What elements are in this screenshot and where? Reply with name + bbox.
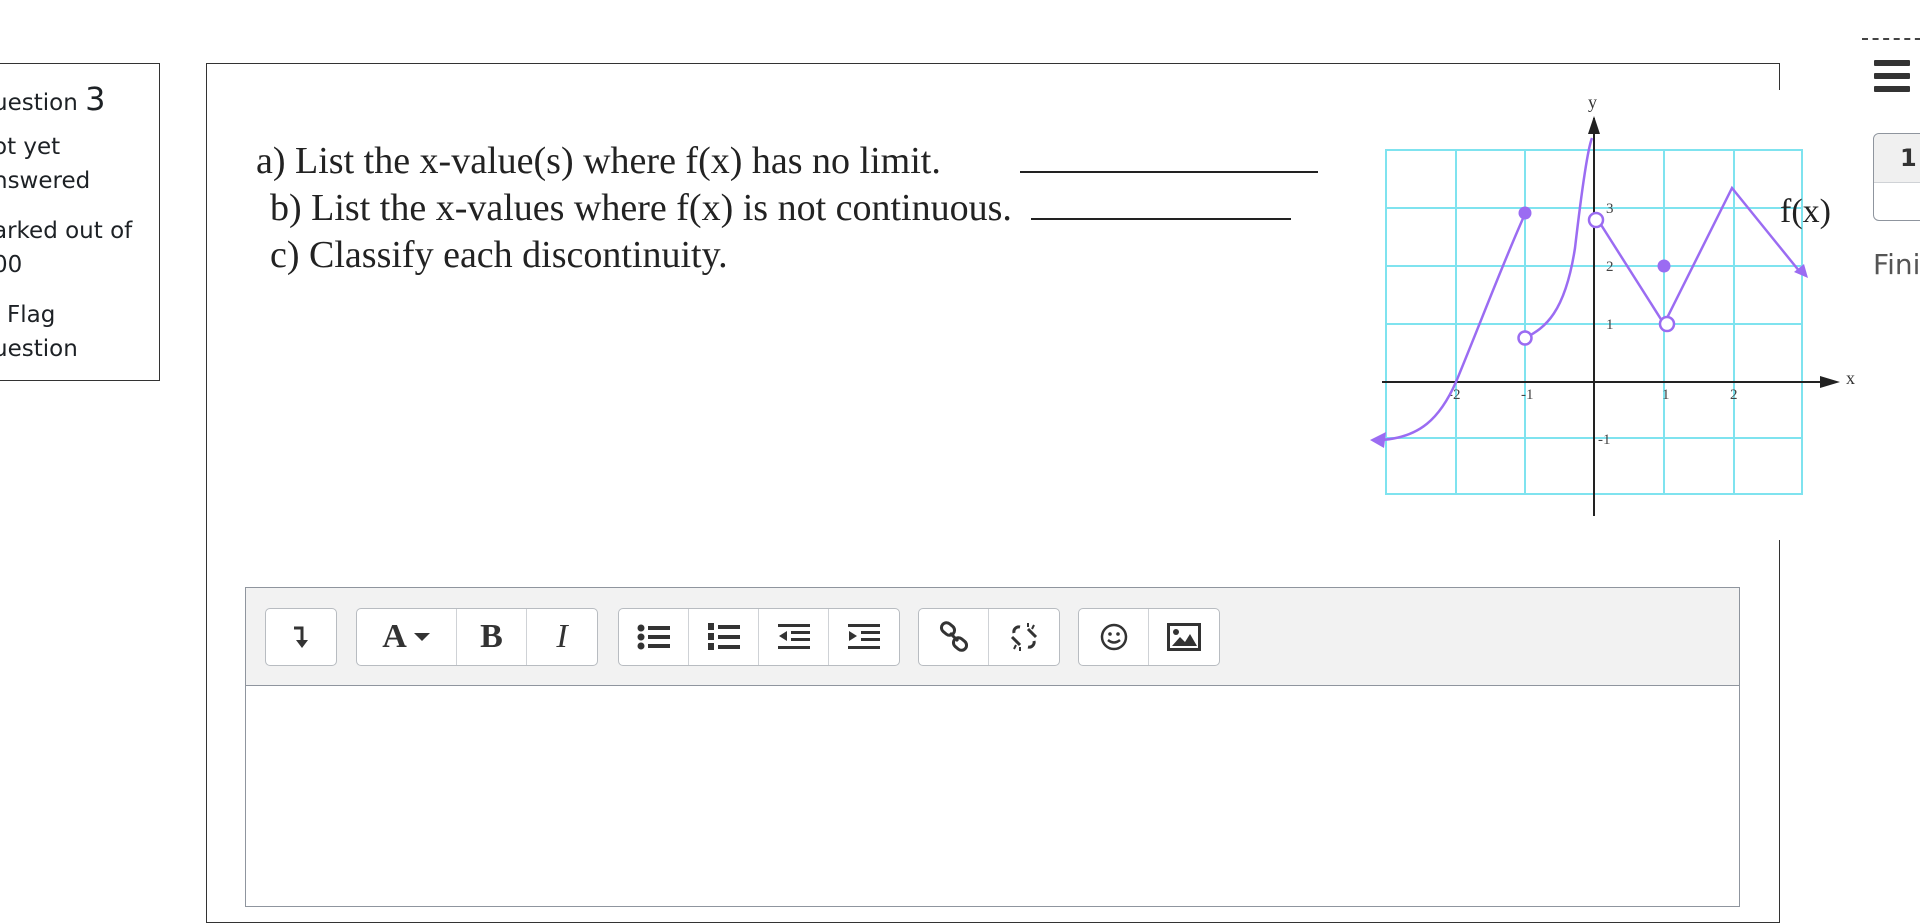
- answer-blank-b: [1031, 188, 1292, 220]
- curve-left-branch: [1379, 213, 1527, 442]
- x-tick-label: -1: [1521, 387, 1534, 403]
- toolbar-group-links: [918, 608, 1060, 666]
- marks-line-2: 00: [0, 252, 23, 278]
- toolbar-group-expand: [265, 608, 337, 666]
- drawer-dashed-divider: [1862, 38, 1920, 40]
- bold-button[interactable]: B: [457, 609, 527, 665]
- finish-attempt-link[interactable]: Fini: [1873, 248, 1920, 281]
- emoticon-button[interactable]: [1079, 609, 1149, 665]
- closed-point: [1657, 259, 1671, 273]
- question-line-c: c) Classify each discontinuity.: [270, 234, 728, 276]
- caret-down-icon: [413, 633, 430, 641]
- question-info-panel: uestion 3 ot yet nswered arked out of 00…: [0, 63, 160, 381]
- y-tick-label: 3: [1606, 201, 1614, 217]
- toolbar-group-text: A B I: [356, 608, 598, 666]
- x-tick-label: 1: [1662, 387, 1670, 403]
- outdent-button[interactable]: [759, 609, 829, 665]
- quiz-nav-button-1[interactable]: 1: [1873, 133, 1920, 221]
- indent-button[interactable]: [829, 609, 899, 665]
- curve-middle-branch: [1524, 137, 1594, 340]
- left-end-arrow: [1370, 432, 1386, 448]
- link-button[interactable]: [919, 609, 989, 665]
- graph-axes: [1382, 118, 1820, 516]
- open-point: [1658, 315, 1676, 333]
- unlink-button[interactable]: [989, 609, 1059, 665]
- x-tick-label: 2: [1730, 387, 1738, 403]
- outdent-icon: [777, 624, 810, 649]
- question-label: uestion: [0, 90, 78, 116]
- toolbar-toggle-button[interactable]: [266, 609, 336, 665]
- bullet-list-icon: [637, 624, 670, 650]
- link-icon: [939, 621, 968, 652]
- editor-toolbar: A B I: [246, 588, 1739, 686]
- function-label: f(x): [1780, 193, 1831, 230]
- unlink-icon: [1010, 623, 1038, 651]
- y-tick-label: -1: [1598, 432, 1611, 448]
- x-axis-arrow: [1820, 376, 1840, 388]
- closed-point: [1518, 206, 1532, 220]
- indent-icon: [848, 624, 880, 649]
- smiley-icon: [1100, 623, 1127, 651]
- ordered-list-button[interactable]: [689, 609, 759, 665]
- y-axis-label: y: [1588, 92, 1597, 112]
- status-line-2: nswered: [0, 168, 91, 194]
- unordered-list-button[interactable]: [619, 609, 689, 665]
- question-number-heading: uestion 3: [0, 80, 105, 118]
- insert-image-button[interactable]: [1149, 609, 1219, 665]
- open-point: [1517, 330, 1533, 346]
- function-graph: x y -2 -1 1 2 -1 1 2 3 f(x): [1370, 92, 1855, 516]
- question-line-a-text: a) List the x-value(s) where f(x) has no…: [256, 140, 941, 182]
- question-line-a: a) List the x-value(s) where f(x) has no…: [256, 138, 1319, 185]
- font-icon: A: [382, 618, 407, 655]
- open-point: [1587, 211, 1605, 229]
- answer-editor: A B I: [245, 587, 1740, 907]
- font-style-button[interactable]: A: [357, 609, 457, 665]
- toolbar-group-lists: [618, 608, 900, 666]
- y-tick-label: 1: [1606, 317, 1614, 333]
- answer-blank-a: [1020, 141, 1319, 173]
- question-number: 3: [85, 80, 106, 118]
- status-line-1: ot yet: [0, 134, 61, 160]
- question-text: a) List the x-value(s) where f(x) has no…: [256, 138, 1319, 279]
- menu-hamburger-icon[interactable]: [1874, 60, 1910, 92]
- italic-button[interactable]: I: [527, 609, 597, 665]
- question-line-b-text: b) List the x-values where f(x) is not c…: [270, 187, 1012, 229]
- flag-question-link[interactable]: Flag: [7, 298, 55, 332]
- bold-icon: B: [480, 618, 503, 655]
- flag-question-link-line2[interactable]: uestion: [0, 332, 78, 366]
- y-axis-arrow: [1588, 116, 1600, 134]
- marks-line-1: arked out of: [0, 218, 133, 244]
- numbered-list-icon: [707, 623, 740, 650]
- italic-icon: I: [556, 618, 568, 655]
- x-axis-label: x: [1846, 368, 1855, 388]
- y-tick-label: 2: [1606, 259, 1614, 275]
- nav-page-number: 1: [1900, 144, 1917, 172]
- toolbar-group-media: [1078, 608, 1220, 666]
- question-line-b: b) List the x-values where f(x) is not c…: [256, 185, 1318, 232]
- image-icon: [1167, 623, 1201, 651]
- arrow-down-turn-icon: [294, 626, 308, 648]
